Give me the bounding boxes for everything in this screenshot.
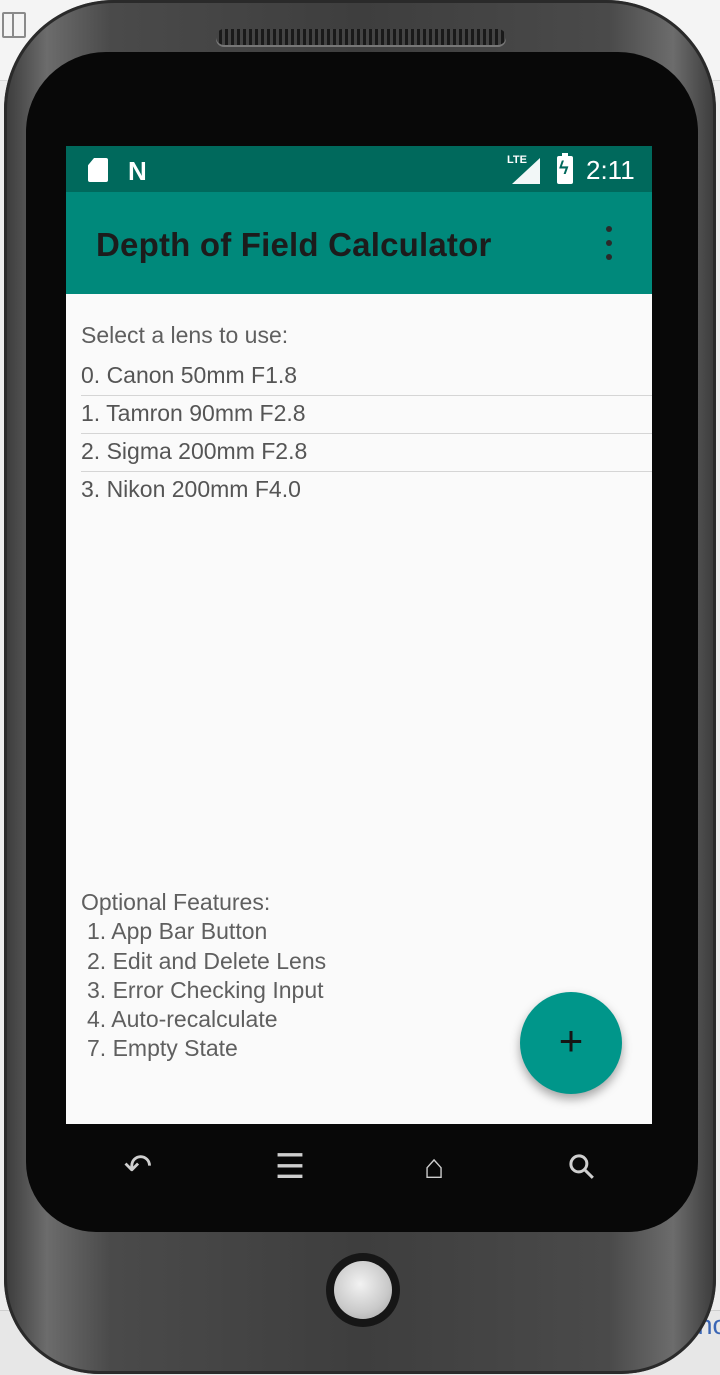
charging-bolt-icon: ϟ bbox=[559, 158, 569, 178]
features-heading: Optional Features: bbox=[81, 889, 271, 915]
feature-item: 2. Edit and Delete Lens bbox=[87, 947, 327, 974]
lens-list-item[interactable]: 2. Sigma 200mm F2.8 bbox=[81, 434, 652, 472]
home-icon[interactable]: ⌂ bbox=[412, 1145, 456, 1189]
n-icon: N bbox=[128, 156, 147, 186]
app-title: Depth of Field Calculator bbox=[96, 226, 492, 263]
more-vert-icon[interactable] bbox=[602, 226, 616, 262]
back-icon[interactable]: ↶ bbox=[116, 1145, 160, 1189]
add-lens-fab[interactable]: + bbox=[520, 992, 622, 1094]
menu-icon[interactable]: ☰ bbox=[268, 1145, 312, 1189]
status-bar: N LTE ϟ 2:11 bbox=[66, 146, 652, 192]
device-screen: N LTE ϟ 2:11 Depth of Field Calculator S… bbox=[66, 146, 652, 1124]
lens-list-item[interactable]: 0. Canon 50mm F1.8 bbox=[81, 358, 652, 396]
lens-list-item[interactable]: 1. Tamron 90mm F2.8 bbox=[81, 396, 652, 434]
sd-card-icon bbox=[88, 158, 108, 182]
lens-list: 0. Canon 50mm F1.8 1. Tamron 90mm F2.8 2… bbox=[81, 358, 652, 509]
status-time: 2:11 bbox=[586, 155, 635, 185]
trackball-button[interactable] bbox=[326, 1253, 400, 1327]
feature-item: 1. App Bar Button bbox=[87, 918, 268, 945]
feature-item: 4. Auto-recalculate bbox=[87, 1006, 278, 1033]
lte-label: LTE bbox=[507, 154, 527, 166]
optional-features: Optional Features: 1. App Bar Button 2. … bbox=[81, 888, 326, 1064]
earpiece-speaker bbox=[216, 29, 506, 45]
feature-item: 7. Empty State bbox=[87, 1035, 238, 1062]
lens-prompt: Select a lens to use: bbox=[81, 322, 289, 348]
lens-list-item[interactable]: 3. Nikon 200mm F4.0 bbox=[81, 472, 652, 509]
app-bar: Depth of Field Calculator bbox=[66, 192, 652, 294]
split-view-icon[interactable] bbox=[2, 12, 26, 38]
feature-item: 3. Error Checking Input bbox=[87, 976, 324, 1003]
add-icon: + bbox=[558, 1017, 584, 1064]
